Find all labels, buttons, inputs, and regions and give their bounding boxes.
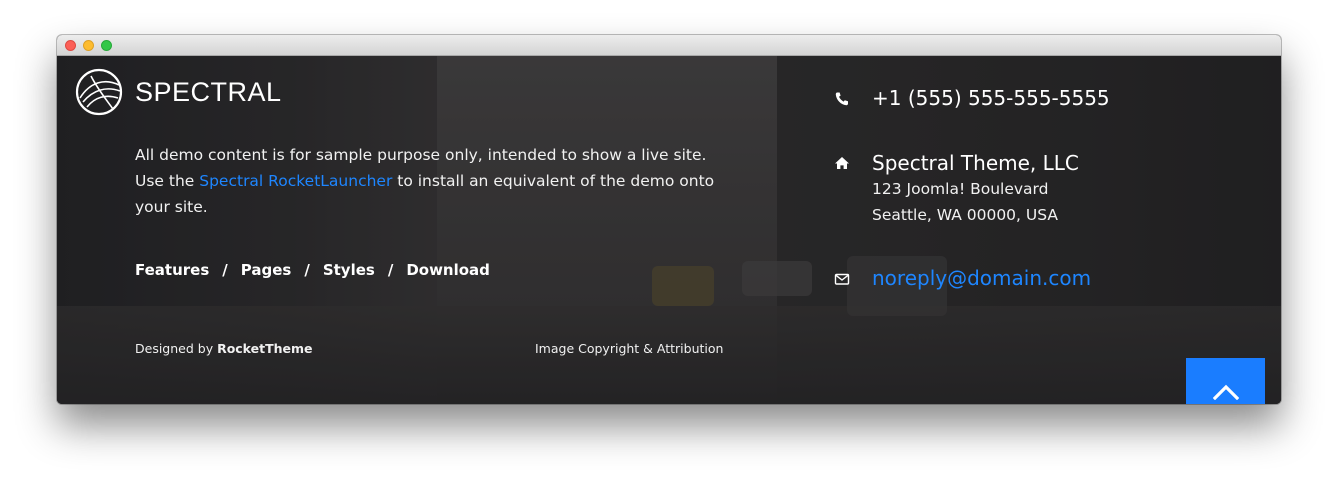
- rocketlauncher-link[interactable]: Spectral RocketLauncher: [199, 172, 392, 190]
- nav-link-download[interactable]: Download: [406, 261, 490, 279]
- street-address: 123 Joomla! Boulevard: [872, 180, 1049, 198]
- brand-name: SPECTRAL: [135, 76, 282, 107]
- image-copyright-link[interactable]: Image Copyright & Attribution: [535, 341, 723, 356]
- phone-number[interactable]: +1 (555) 555-555-5555: [872, 86, 1110, 110]
- designed-by: Designed by RocketTheme: [135, 341, 313, 356]
- minimize-window-button[interactable]: [83, 40, 94, 51]
- chevron-up-icon: [1212, 384, 1239, 400]
- close-window-button[interactable]: [65, 40, 76, 51]
- nav-separator: /: [222, 261, 228, 279]
- city-address: Seattle, WA 00000, USA: [872, 206, 1058, 224]
- back-to-top-button[interactable]: [1186, 358, 1265, 404]
- contact-address: Spectral Theme, LLC 123 Joomla! Boulevar…: [834, 150, 1079, 228]
- footer-nav: Features / Pages / Styles / Download: [135, 261, 490, 279]
- nav-link-styles[interactable]: Styles: [323, 261, 375, 279]
- window-titlebar: [57, 35, 1281, 56]
- nav-separator: /: [387, 261, 394, 279]
- contact-email: noreply@domain.com: [834, 266, 1091, 290]
- maximize-window-button[interactable]: [101, 40, 112, 51]
- nav-link-pages[interactable]: Pages: [241, 261, 292, 279]
- contact-phone: +1 (555) 555-555-5555: [834, 86, 1110, 110]
- footer-hero-section: SPECTRAL All demo content is for sample …: [57, 56, 1281, 404]
- rockettheme-link[interactable]: RocketTheme: [217, 341, 312, 356]
- email-link[interactable]: noreply@domain.com: [872, 266, 1091, 290]
- address-block: Spectral Theme, LLC 123 Joomla! Boulevar…: [872, 150, 1079, 228]
- spectral-logo-icon: [75, 68, 123, 116]
- designed-by-prefix: Designed by: [135, 341, 218, 356]
- envelope-icon: [834, 273, 850, 285]
- nav-link-features[interactable]: Features: [135, 261, 209, 279]
- home-icon: [835, 157, 849, 169]
- site-logo[interactable]: SPECTRAL: [75, 68, 282, 116]
- browser-window: SPECTRAL All demo content is for sample …: [57, 35, 1281, 404]
- nav-separator: /: [304, 261, 310, 279]
- about-text: All demo content is for sample purpose o…: [135, 142, 735, 220]
- phone-icon: [835, 92, 848, 106]
- company-name: Spectral Theme, LLC: [872, 151, 1079, 175]
